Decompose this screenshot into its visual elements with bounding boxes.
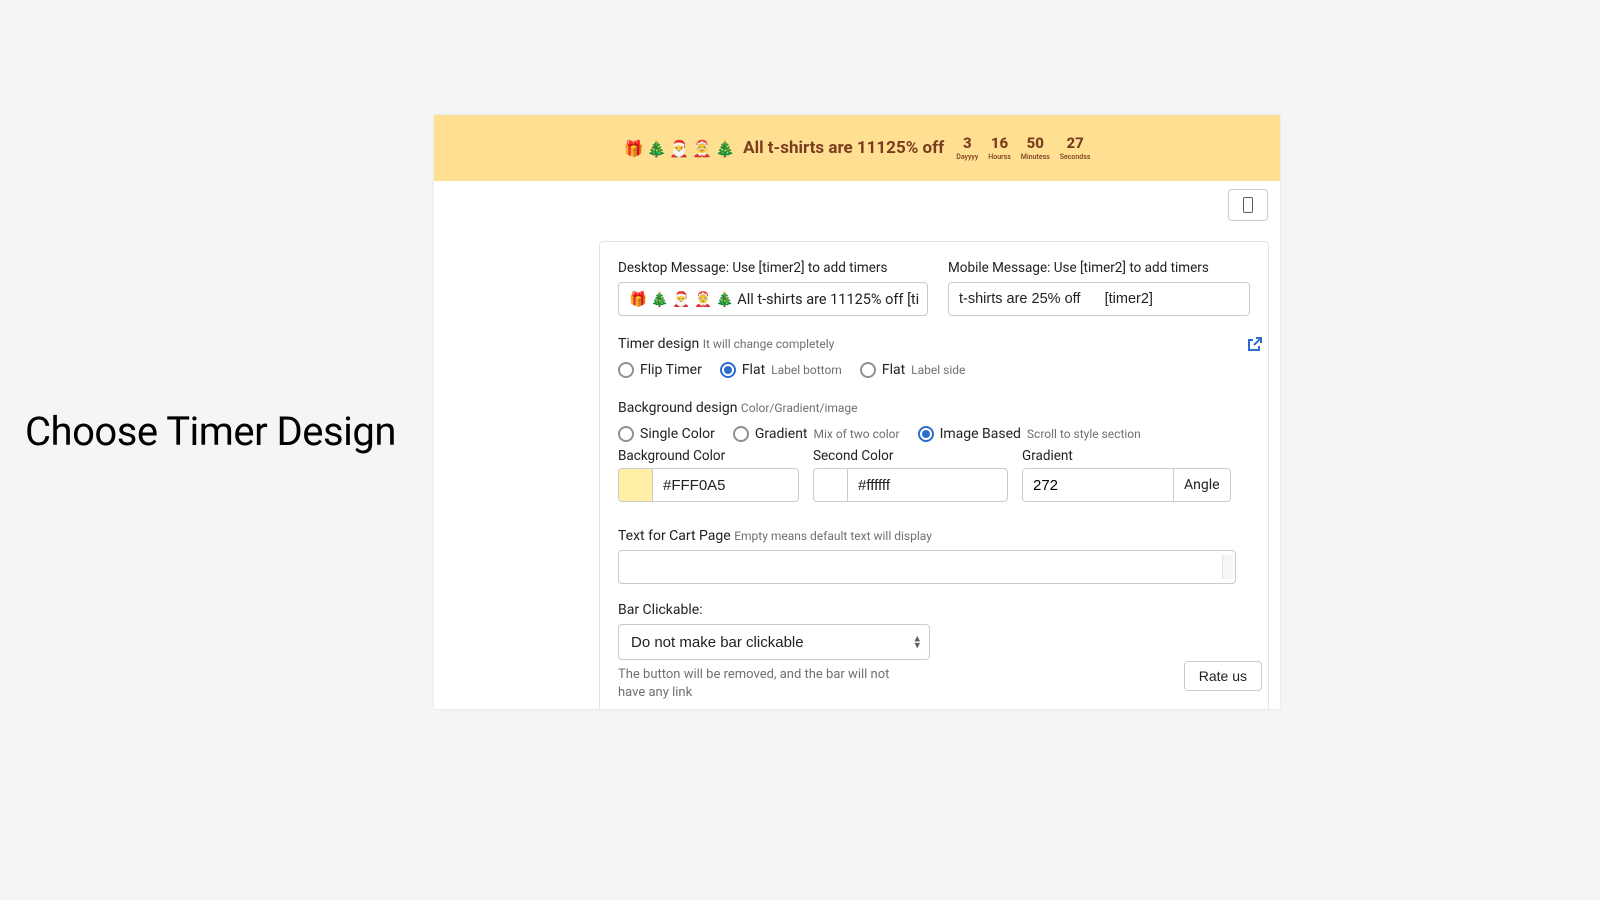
radio-flip-timer[interactable]: Flip Timer bbox=[618, 362, 702, 378]
cart-text-label: Text for Cart Page Empty means default t… bbox=[618, 528, 1250, 544]
bar-clickable-helper: The button will be removed, and the bar … bbox=[618, 666, 918, 701]
gradient-label: Gradient bbox=[1022, 448, 1231, 464]
gradient-angle-text[interactable] bbox=[1023, 469, 1173, 501]
cd-sec-lab: Secondss bbox=[1060, 153, 1091, 161]
cd-days-lab: Dayyyy bbox=[956, 153, 978, 161]
timer-design-radios: Flip Timer Flat Label bottom Flat Label … bbox=[618, 362, 1250, 378]
bar-clickable-label: Bar Clickable: bbox=[618, 602, 1250, 618]
cd-sec-num: 27 bbox=[1066, 136, 1083, 151]
second-color-label: Second Color bbox=[813, 448, 1008, 464]
cart-text-input[interactable] bbox=[618, 550, 1236, 584]
form-card: Desktop Message: Use [timer2] to add tim… bbox=[599, 241, 1269, 709]
radio-image-based[interactable]: Image Based Scroll to style section bbox=[918, 426, 1141, 442]
cd-hours-num: 16 bbox=[991, 136, 1008, 151]
banner-countdown: 3 Dayyyy 16 Hourss 50 Minutess 27 Secondss bbox=[956, 136, 1090, 161]
bg-color-input[interactable] bbox=[618, 468, 799, 502]
popout-icon[interactable] bbox=[1248, 337, 1262, 351]
page-heading: Choose Timer Design bbox=[25, 408, 396, 455]
mobile-msg-input[interactable] bbox=[948, 282, 1250, 316]
preview-toolbar bbox=[434, 181, 1280, 221]
bg-color-label: Background Color bbox=[618, 448, 799, 464]
bg-color-swatch[interactable] bbox=[619, 469, 653, 501]
gradient-angle-suffix: Angle bbox=[1173, 469, 1230, 501]
editor-panel: 🎁🎄🎅🤶🎄 All t-shirts are 11125% off 3 Dayyy… bbox=[434, 115, 1280, 709]
device-toggle-button[interactable] bbox=[1228, 189, 1268, 221]
radio-flat-side[interactable]: Flat Label side bbox=[860, 362, 966, 378]
bar-clickable-select[interactable]: Do not make bar clickable bbox=[618, 624, 930, 660]
banner-emojis: 🎁🎄🎅🤶🎄 bbox=[624, 139, 736, 158]
bg-design-title: Background design Color/Gradient/image bbox=[618, 400, 1250, 416]
bg-design-radios: Single Color Gradient Mix of two color I… bbox=[618, 426, 1250, 442]
cd-hours-lab: Hourss bbox=[988, 153, 1011, 161]
timer-design-title: Timer design It will change completely bbox=[618, 336, 1250, 352]
second-color-swatch[interactable] bbox=[814, 469, 848, 501]
radio-flat-bottom[interactable]: Flat Label bottom bbox=[720, 362, 842, 378]
cd-min-lab: Minutess bbox=[1021, 153, 1050, 161]
desktop-msg-input[interactable]: 🎁 🎄 🎅 🤶 🎄 All t-shirts are 11125% off [t… bbox=[618, 282, 928, 316]
bg-color-text[interactable] bbox=[653, 469, 798, 501]
second-color-input[interactable] bbox=[813, 468, 1008, 502]
cd-min-num: 50 bbox=[1027, 136, 1044, 151]
desktop-msg-label: Desktop Message: Use [timer2] to add tim… bbox=[618, 260, 928, 276]
preview-banner: 🎁🎄🎅🤶🎄 All t-shirts are 11125% off 3 Dayyy… bbox=[434, 115, 1280, 181]
second-color-text[interactable] bbox=[848, 469, 993, 501]
radio-gradient[interactable]: Gradient Mix of two color bbox=[733, 426, 900, 442]
cd-days-num: 3 bbox=[963, 136, 972, 151]
banner-message: All t-shirts are 11125% off bbox=[743, 138, 944, 158]
radio-single-color[interactable]: Single Color bbox=[618, 426, 715, 442]
gradient-angle-input[interactable]: Angle bbox=[1022, 468, 1231, 502]
phone-icon bbox=[1243, 197, 1253, 213]
mobile-msg-label: Mobile Message: Use [timer2] to add time… bbox=[948, 260, 1250, 276]
rate-us-button[interactable]: Rate us bbox=[1184, 661, 1262, 691]
